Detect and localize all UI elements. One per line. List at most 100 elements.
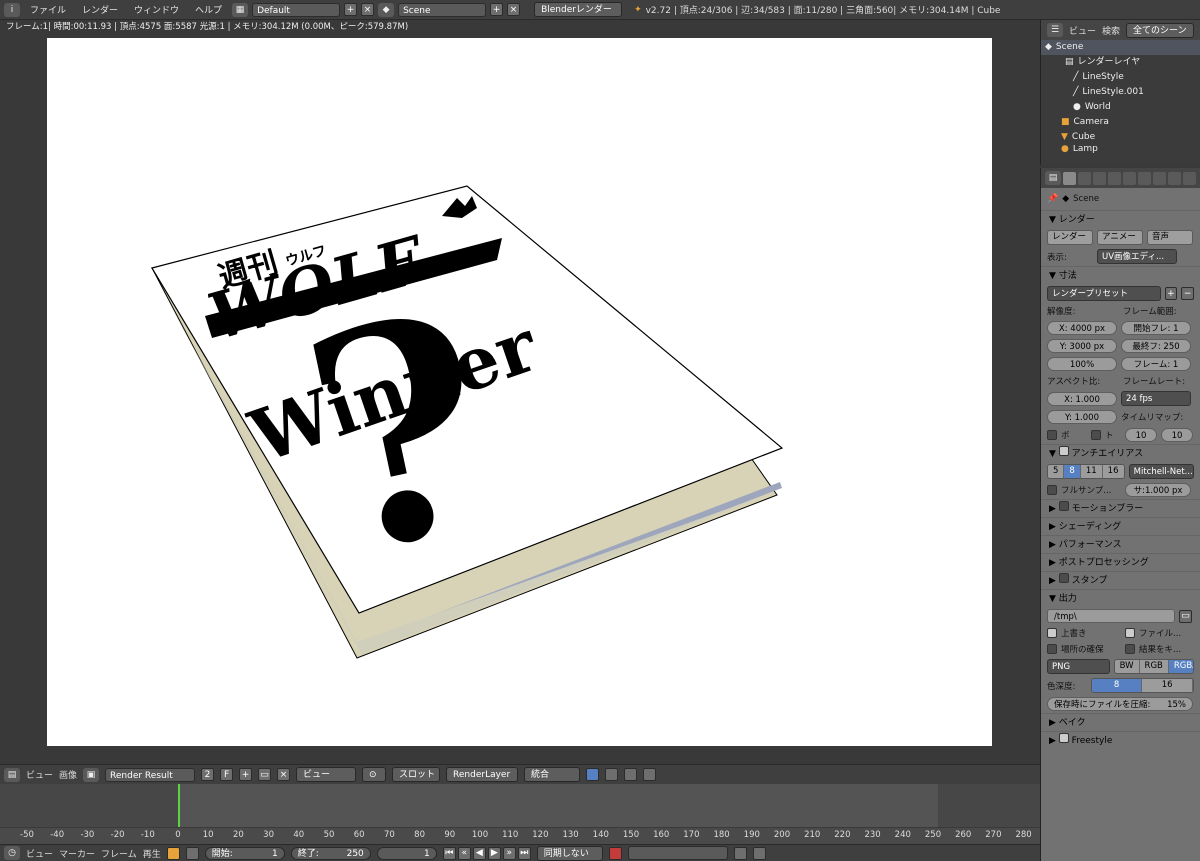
remap-new-field[interactable]: 10 [1161,428,1193,442]
outliner[interactable]: ☰ ビュー 検索 全てのシーン ◆ Scene ▤ レンダーレイヤ ╱ LineSty… [1040,20,1200,165]
layout-field[interactable]: Default [252,2,341,17]
tab-render[interactable] [1063,171,1076,185]
end-frame-prop-field[interactable]: 最終フ: 250 [1121,339,1191,353]
section-freestyle[interactable]: ▶ Freestyle [1041,731,1200,749]
preset-remove-button[interactable]: − [1181,287,1194,300]
delete-keyframe-button[interactable] [752,846,766,860]
properties-panel[interactable]: ▤ 📌 ◆ Scene ▼ レンダー レンダー アニメー 音声 表示: UV画像エデ… [1040,168,1200,861]
timeline-view-menu[interactable]: ビュー [26,847,53,860]
resolution-y-field[interactable]: Y: 3000 px [1047,339,1117,353]
image-menu[interactable]: 画像 [59,768,77,781]
tab-world[interactable] [1108,171,1121,185]
layout-remove-button[interactable]: × [361,3,375,16]
section-dimensions[interactable]: ▼ 寸法 [1041,266,1200,284]
placeholders-checkbox[interactable] [1047,644,1057,654]
end-frame-field[interactable]: 終了: 250 [290,846,371,860]
tab-render-layers[interactable] [1078,171,1091,185]
scene-field[interactable]: Scene [398,2,487,17]
info-editor-icon[interactable]: i [4,2,20,17]
jump-start-button[interactable]: ⏮ [442,846,456,860]
filter-size-field[interactable]: サ:1.000 px [1125,483,1191,497]
section-shading[interactable]: ▶ シェーディング [1041,517,1200,535]
preview-range-button[interactable] [166,846,180,860]
outliner-search-menu[interactable]: 検索 [1102,24,1120,37]
output-path-field[interactable]: /tmp\ [1047,609,1175,623]
render-preset-dropdown[interactable]: レンダープリセット [1047,286,1161,301]
overwrite-checkbox[interactable] [1047,628,1057,638]
open-image-button[interactable]: ▭ [258,768,272,781]
file-format-dropdown[interactable]: PNG [1047,659,1110,674]
display-alpha-button[interactable] [605,768,619,781]
play-button[interactable]: ▶ [487,846,501,860]
aa-filter-dropdown[interactable]: Mitchell-Net... [1128,464,1194,479]
record-button[interactable] [608,846,622,860]
antialiasing-checkbox[interactable] [1058,446,1069,456]
image-browse-icon[interactable]: ▣ [83,767,100,782]
display-zbuffer-button[interactable] [624,768,638,781]
timeline-editor-icon[interactable]: ◷ [4,846,20,860]
properties-editor-icon[interactable]: ▤ [1045,171,1061,185]
crop-checkbox[interactable] [1091,430,1101,440]
stamp-checkbox[interactable] [1058,573,1069,583]
color-depth-selector[interactable]: 8 16 [1090,678,1194,693]
timeline-ruler[interactable]: -50 -40 -30 -20 -10 0 10 20 30 40 50 60 70 80 90 100 110… [0,827,1040,844]
freestyle-checkbox[interactable] [1058,733,1069,743]
color-depth-16[interactable]: 16 [1142,679,1193,692]
layout-icon[interactable]: ▦ [232,2,249,17]
jump-key-back-button[interactable]: « [457,846,471,860]
current-frame-field[interactable]: 1 [376,846,437,860]
render-animation-button[interactable]: アニメー [1097,230,1143,245]
outliner-item-camera[interactable]: ■ Camera [1041,115,1200,130]
start-frame-field[interactable]: 開始: 1 [204,846,285,860]
image-viewport[interactable]: 週刊 ウルフ WOLF ? Winner [0,35,1040,764]
pivot-dropdown[interactable]: ⊙ [362,767,387,782]
color-mode-selector[interactable]: BW RGB RGBA [1113,659,1194,674]
render-pass-dropdown[interactable]: 統合 [524,767,581,782]
jump-key-forward-button[interactable]: » [502,846,516,860]
fake-user-button[interactable]: F [220,768,234,781]
aa-sample-5[interactable]: 5 [1048,465,1065,478]
color-mode-bw[interactable]: BW [1114,660,1140,673]
outliner-editor-icon[interactable]: ☰ [1047,23,1063,37]
timeline-marker-menu[interactable]: マーカー [59,847,95,860]
timeline-playback-menu[interactable]: 再生 [143,847,161,860]
sync-mode-dropdown[interactable]: 同期しない [536,845,603,861]
insert-keyframe-button[interactable] [733,846,747,860]
frame-step-field[interactable]: フレーム: 1 [1121,357,1191,371]
render-image-button[interactable]: レンダー [1047,230,1093,245]
fps-dropdown[interactable]: 24 fps [1121,391,1191,406]
scene-add-button[interactable]: + [490,3,504,16]
outliner-filter-dropdown[interactable]: 全てのシーン [1126,22,1194,38]
preset-add-button[interactable]: + [1164,287,1178,300]
outliner-item-cube[interactable]: ▼ Cube [1041,130,1200,145]
view-mode-dropdown[interactable]: ビュー [296,767,357,782]
menu-file[interactable]: ファイル [24,3,72,16]
outliner-item-renderlayer[interactable]: ▤ レンダーレイヤ [1041,55,1200,70]
current-frame-indicator[interactable] [178,784,180,827]
outliner-item-scene[interactable]: ◆ Scene [1041,40,1200,55]
timeline[interactable]: -50 -40 -30 -20 -10 0 10 20 30 40 50 60 70 80 90 100 110… [0,784,1040,844]
timeline-frame-menu[interactable]: フレーム [101,847,137,860]
outliner-item-linestyle[interactable]: ╱ LineStyle [1041,70,1200,85]
section-output[interactable]: ▼ 出力 [1041,589,1200,607]
aa-sample-8[interactable]: 8 [1064,465,1081,478]
color-mode-rgb[interactable]: RGB [1139,660,1169,673]
scene-remove-button[interactable]: × [507,3,521,16]
cache-result-checkbox[interactable] [1125,644,1135,654]
display-dropdown[interactable]: UV画像エディ... [1097,249,1177,264]
outliner-item-lamp[interactable]: ● Lamp [1041,145,1200,153]
section-antialiasing[interactable]: ▼ アンチエイリアス [1041,444,1200,462]
section-bake[interactable]: ▶ ベイク [1041,713,1200,731]
outliner-view-menu[interactable]: ビュー [1069,24,1096,37]
play-reverse-button[interactable]: ◀ [472,846,486,860]
section-render[interactable]: ▼ レンダー [1041,210,1200,228]
tab-data[interactable] [1168,171,1181,185]
outliner-item-world[interactable]: ● World [1041,100,1200,115]
remap-old-field[interactable]: 10 [1125,428,1157,442]
aspect-x-field[interactable]: X: 1.000 [1047,391,1117,406]
menu-window[interactable]: ウィンドウ [128,3,185,16]
keying-set-field[interactable] [627,846,728,860]
border-checkbox[interactable] [1047,430,1057,440]
tab-material[interactable] [1183,171,1196,185]
lock-range-button[interactable] [185,846,199,860]
